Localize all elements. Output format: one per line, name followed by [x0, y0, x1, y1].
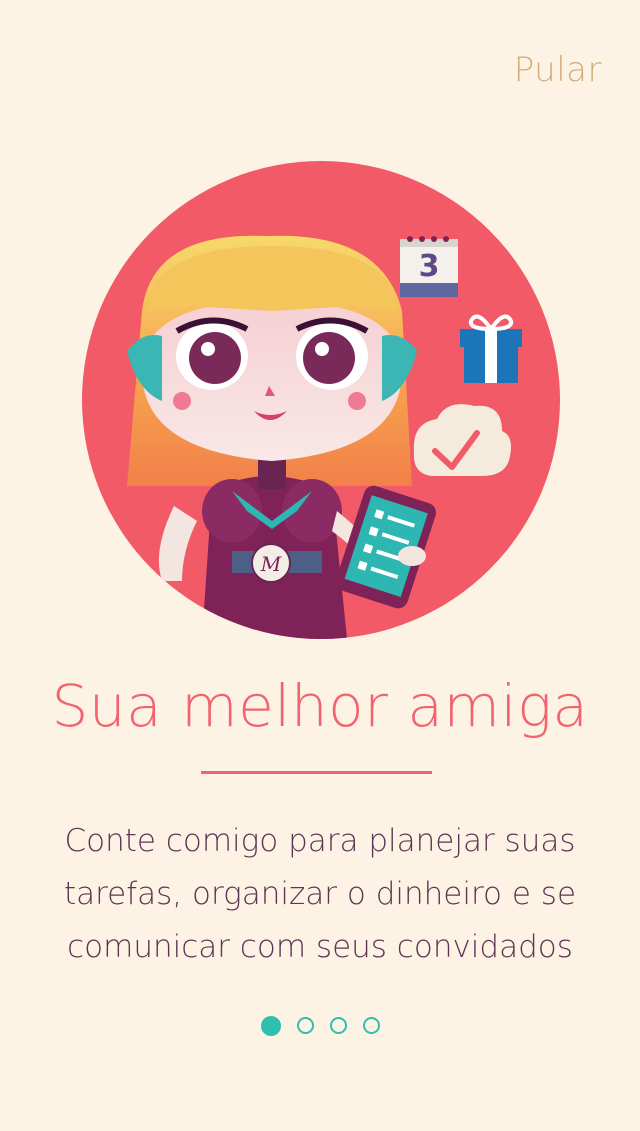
face-shape [142, 301, 402, 461]
page-dot-4[interactable] [362, 1017, 380, 1034]
page-dot-3[interactable] [329, 1017, 347, 1034]
onboarding-description: Conte comigo para planejar suas tarefas,… [40, 815, 600, 974]
svg-text:3: 3 [419, 249, 440, 284]
description-line: tarefas, organizar o dinheiro e se [63, 876, 577, 912]
onboarding-title: Sua melhor amiga [51, 672, 589, 740]
description-line: Conte comigo para planejar suas [64, 823, 576, 859]
mascot-illustration: M 3 [82, 161, 560, 639]
title-divider [201, 771, 432, 774]
page-dot-1[interactable] [260, 1016, 281, 1036]
description-line: comunicar com seus convidados [67, 929, 573, 965]
svg-text:M: M [260, 552, 282, 576]
page-indicator [0, 1016, 640, 1036]
skip-button[interactable]: Pular [514, 50, 602, 90]
page-dot-2[interactable] [296, 1017, 314, 1034]
calendar-icon: 3 [400, 236, 458, 297]
onboarding-illustration: M 3 [82, 161, 560, 639]
